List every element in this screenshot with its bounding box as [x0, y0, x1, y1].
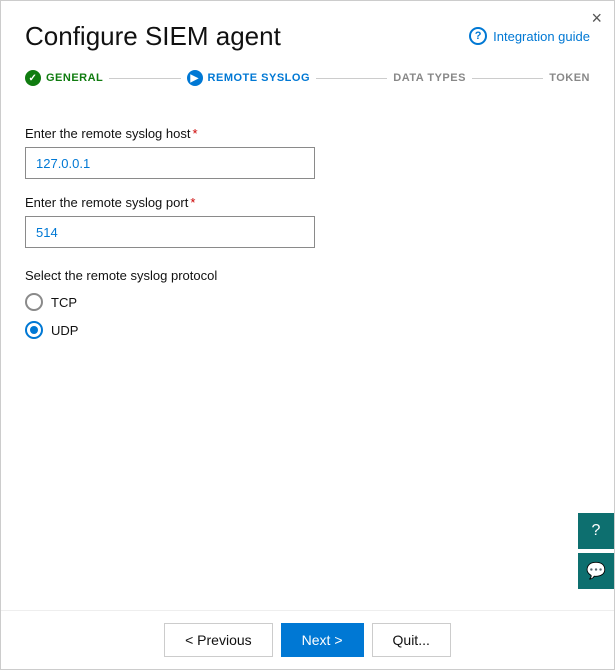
integration-guide-link[interactable]: ? Integration guide — [469, 27, 590, 45]
step-general-label: GENERAL — [46, 72, 103, 84]
stepper: ✓ GENERAL ▶ REMOTE SYSLOG DATA TYPES TOK… — [1, 62, 614, 102]
step-data-types-label: DATA TYPES — [393, 72, 466, 84]
udp-radio-dot — [30, 326, 38, 334]
configure-siem-dialog: × Configure SIEM agent ? Integration gui… — [0, 0, 615, 670]
dialog-footer: < Previous Next > Quit... — [1, 610, 614, 669]
dialog-title: Configure SIEM agent — [25, 21, 281, 52]
close-button[interactable]: × — [591, 9, 602, 27]
protocol-udp[interactable]: UDP — [25, 321, 590, 339]
tcp-label: TCP — [51, 295, 77, 310]
step-general: ✓ GENERAL — [25, 70, 103, 86]
help-side-button[interactable]: ? — [578, 513, 614, 549]
quit-button[interactable]: Quit... — [372, 623, 451, 657]
udp-radio[interactable] — [25, 321, 43, 339]
step-token-label: TOKEN — [549, 72, 590, 84]
tcp-radio[interactable] — [25, 293, 43, 311]
protocol-label: Select the remote syslog protocol — [25, 268, 590, 283]
host-field-label: Enter the remote syslog host* — [25, 126, 590, 141]
step-token: TOKEN — [549, 72, 590, 84]
step-line-3 — [472, 78, 543, 79]
protocol-tcp[interactable]: TCP — [25, 293, 590, 311]
protocol-radio-group: TCP UDP — [25, 293, 590, 339]
port-field-label: Enter the remote syslog port* — [25, 195, 590, 210]
host-input[interactable] — [25, 147, 315, 179]
udp-label: UDP — [51, 323, 78, 338]
step-data-types: DATA TYPES — [393, 72, 466, 84]
side-panel: ? 💬 — [578, 513, 614, 589]
step-line-1 — [109, 78, 180, 79]
next-button[interactable]: Next > — [281, 623, 364, 657]
step-line-2 — [316, 78, 387, 79]
integration-guide-label: Integration guide — [493, 29, 590, 44]
help-side-icon: ? — [592, 522, 601, 540]
step-remote-syslog-label: REMOTE SYSLOG — [208, 72, 310, 84]
step-remote-syslog: ▶ REMOTE SYSLOG — [187, 70, 310, 86]
integration-guide-icon: ? — [469, 27, 487, 45]
step-general-icon: ✓ — [25, 70, 41, 86]
port-input[interactable] — [25, 216, 315, 248]
chat-side-button[interactable]: 💬 — [578, 553, 614, 589]
dialog-header: Configure SIEM agent ? Integration guide — [1, 1, 614, 62]
previous-button[interactable]: < Previous — [164, 623, 273, 657]
step-remote-syslog-icon: ▶ — [187, 70, 203, 86]
form-content: Enter the remote syslog host* Enter the … — [1, 102, 614, 610]
chat-side-icon: 💬 — [586, 561, 606, 581]
